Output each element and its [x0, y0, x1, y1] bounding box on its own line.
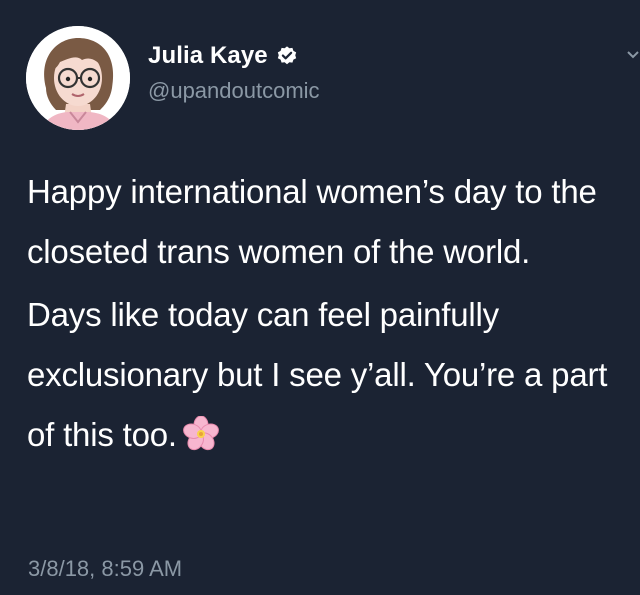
tweet-paragraph-1: Happy international women’s day to the c… — [27, 173, 597, 270]
tweet-paragraph-2: Days like today can feel painfully exclu… — [27, 285, 633, 465]
author-handle[interactable]: @upandoutcomic — [148, 78, 320, 104]
cartoon-avatar-icon — [26, 26, 130, 130]
tweet-card: Julia Kaye @upandoutcomic Happy internat… — [0, 0, 640, 595]
tweet-text: Happy international women’s day to the c… — [27, 162, 633, 465]
avatar[interactable] — [26, 26, 130, 130]
verified-badge-icon — [276, 45, 298, 67]
author-display-name[interactable]: Julia Kaye — [148, 42, 268, 70]
cherry-blossom-icon — [182, 411, 219, 451]
author-name-row[interactable]: Julia Kaye — [148, 40, 298, 72]
tweet-paragraph-2-text: Days like today can feel painfully exclu… — [27, 296, 608, 453]
tweet-timestamp[interactable]: 3/8/18, 8:59 AM — [28, 556, 182, 582]
chevron-down-icon[interactable] — [626, 48, 640, 62]
